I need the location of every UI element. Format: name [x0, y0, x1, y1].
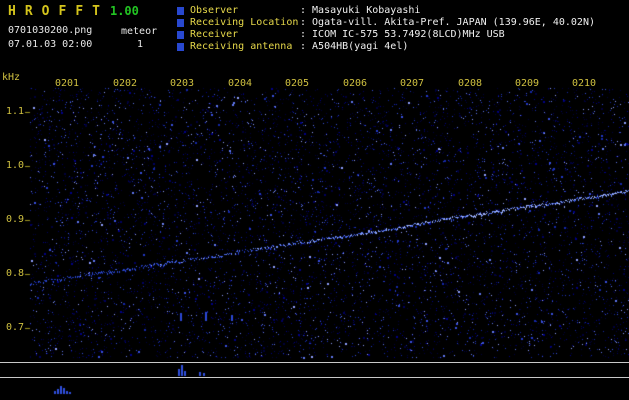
freq-axis-label: 1.1	[0, 106, 24, 117]
time-axis-label: 0206	[339, 78, 371, 89]
info-bullet-icon	[177, 31, 184, 39]
mode-label: meteor	[121, 26, 157, 37]
spectrogram-canvas	[0, 0, 629, 400]
app-title: H R O F F T 1.00	[8, 4, 139, 19]
freq-axis-label: 0.8	[0, 268, 24, 279]
observation-datetime: 07.01.03 02:00	[8, 39, 92, 50]
info-value-antenna: A504HB(yagi 4el)	[312, 41, 408, 52]
time-axis-label: 0207	[396, 78, 428, 89]
output-filename: 0701030200.png	[8, 25, 92, 36]
info-row-receiver: Receiver : ICOM IC-575 53.7492(8LCD)MHz …	[177, 29, 505, 40]
time-axis-label: 0201	[51, 78, 83, 89]
info-value-observer: Masayuki Kobayashi	[312, 5, 420, 16]
freq-axis-label: 1.0	[0, 160, 24, 171]
time-axis-label: 0208	[454, 78, 486, 89]
info-label-location: Receiving Location	[190, 17, 300, 28]
info-label-receiver: Receiver	[190, 29, 300, 40]
app-title-letter: F	[58, 4, 66, 19]
info-value-receiver: ICOM IC-575 53.7492(8LCD)MHz USB	[312, 29, 505, 40]
info-label-antenna: Receiving antenna	[190, 41, 300, 52]
info-row-location: Receiving Location : Ogata-vill. Akita-P…	[177, 17, 595, 28]
freq-axis-label: 0.9	[0, 214, 24, 225]
time-axis-label: 0205	[281, 78, 313, 89]
level-strip-top-border	[0, 362, 629, 363]
info-bullet-icon	[177, 19, 184, 27]
app-title-letter: T	[92, 4, 100, 19]
info-row-observer: Observer : Masayuki Kobayashi	[177, 5, 420, 16]
info-label-observer: Observer	[190, 5, 300, 16]
freq-unit-label: kHz	[2, 72, 20, 83]
app-title-letter: F	[75, 4, 83, 19]
app-title-letter: H	[8, 4, 16, 19]
info-separator: :	[300, 29, 306, 40]
info-separator: :	[300, 17, 306, 28]
time-axis-label: 0209	[511, 78, 543, 89]
time-axis-label: 0203	[166, 78, 198, 89]
app-title-letter: R	[25, 4, 33, 19]
time-axis-label: 0204	[224, 78, 256, 89]
time-axis-label: 0210	[568, 78, 600, 89]
info-value-location: Ogata-vill. Akita-Pref. JAPAN (139.96E, …	[312, 17, 595, 28]
app-title-letter: O	[42, 4, 50, 19]
info-separator: :	[300, 5, 306, 16]
info-separator: :	[300, 41, 306, 52]
meteor-count: 1	[137, 39, 143, 50]
app-version: 1.00	[110, 4, 139, 18]
time-axis-label: 0202	[109, 78, 141, 89]
hrofft-window: H R O F F T 1.00 0701030200.png meteor 1 07.01…	[0, 0, 629, 400]
info-bullet-icon	[177, 43, 184, 51]
freq-axis-label: 0.7	[0, 322, 24, 333]
info-row-antenna: Receiving antenna : A504HB(yagi 4el)	[177, 41, 408, 52]
info-bullet-icon	[177, 7, 184, 15]
level-strip-bottom-border	[0, 377, 629, 378]
